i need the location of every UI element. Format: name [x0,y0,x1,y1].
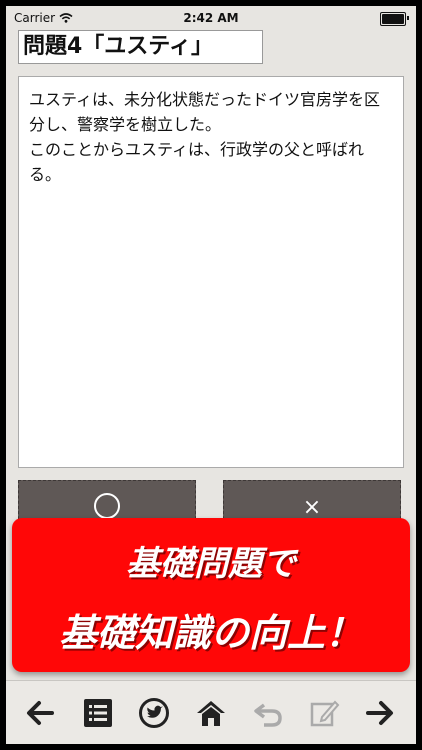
question-title: 問題4「ユスティ」 [18,30,263,64]
app-screen: Carrier 2:42 AM 問題4「ユスティ」 ユスティは、未分化状態だった… [6,6,416,744]
forward-arrow-icon [366,701,393,725]
undo-icon [254,703,282,727]
bottom-toolbar [6,680,416,744]
circle-icon [94,493,120,519]
back-arrow-icon [27,701,54,725]
banner-line-2: 基礎知識の向上！ [58,611,363,655]
edit-icon [310,700,340,727]
battery-icon [380,12,409,26]
home-button[interactable] [193,695,229,731]
back-button[interactable] [22,695,58,731]
banner-line-1: 基礎問題で [126,544,296,584]
promo-banner: 基礎問題で 基礎知識の向上！ [12,518,410,672]
cross-icon: × [302,495,322,520]
clock: 2:42 AM [183,11,239,25]
list-button[interactable] [80,695,116,731]
undo-button[interactable] [250,695,286,731]
memo-button[interactable] [306,695,342,731]
status-bar: Carrier 2:42 AM [6,6,416,30]
forward-button[interactable] [362,695,398,731]
home-icon [197,701,225,726]
list-icon [84,699,112,727]
share-twitter-button[interactable] [136,695,172,731]
twitter-icon [139,698,169,728]
question-body: ユスティは、未分化状態だったドイツ官房学を区分し、警察学を樹立した。 このことか… [18,76,404,468]
